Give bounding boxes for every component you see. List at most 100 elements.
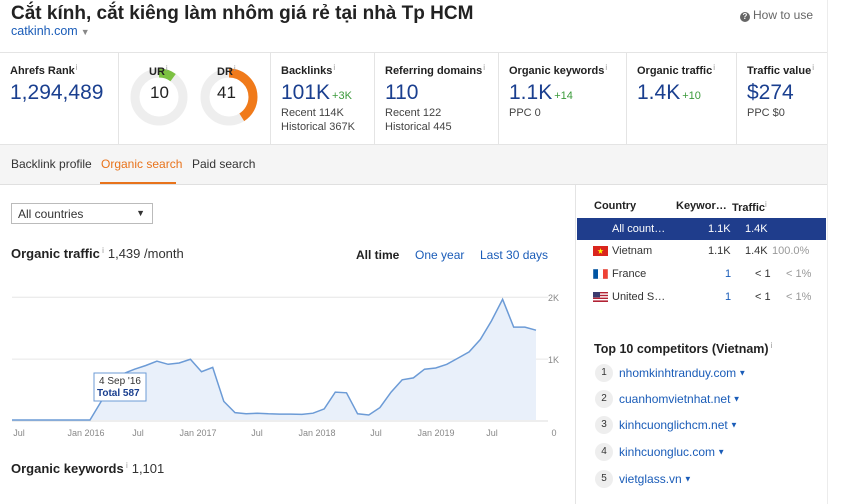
divider (575, 185, 576, 504)
metric-traffic-value: Traffic valuei $274 PPC $0 (736, 53, 827, 145)
tooltip-total: Total 587 (97, 388, 140, 399)
referring-domains-historical: Historical 445 (385, 121, 452, 133)
traffic-area (12, 299, 536, 420)
organic-traffic-chart: 2K 1K Jul Jan 2016 Jul Jan 2017 Jul Jan 2018 Ju… (12, 293, 559, 438)
referring-domains-recent: Recent 122 (385, 107, 442, 119)
backlinks-value[interactable]: 101K (281, 81, 330, 104)
competitor-item[interactable]: 5 vietglass.vn ▼ (595, 470, 692, 492)
competitor-link[interactable]: kinhcuongluc.com (619, 445, 715, 459)
country-row-vietnam[interactable]: Vietnam 1.1K 1.4K 100.0% (577, 240, 826, 262)
ur-value: 10 (150, 83, 169, 102)
how-to-use-link[interactable]: ? How to use (740, 8, 813, 22)
chevron-down-icon[interactable]: ▼ (682, 475, 692, 484)
chevron-down-icon: ▼ (80, 27, 90, 37)
info-icon[interactable]: i (100, 246, 104, 255)
country-select[interactable]: All countries ▼ (11, 203, 153, 224)
info-icon[interactable]: i (605, 63, 607, 72)
domain-label: catkinh.com (11, 24, 78, 38)
organic-traffic-heading: Organic traffic i 1,439 /month (11, 246, 184, 261)
dr-label: DR (217, 66, 233, 78)
country-keywords: 1.1K (708, 245, 731, 257)
organic-keywords-delta: +14 (554, 90, 573, 102)
x-tick-label: Jul (251, 428, 263, 438)
organic-traffic-value[interactable]: 1.4K (637, 81, 680, 104)
referring-domains-value[interactable]: 110 (385, 81, 498, 105)
x-tick-label: Jul (486, 428, 498, 438)
ur-label: UR (149, 66, 165, 78)
metric-label: Organic traffic (637, 65, 713, 77)
country-keywords[interactable]: 1 (725, 268, 731, 280)
france-flag-icon (593, 269, 608, 279)
competitors-title: Top 10 competitors (Vietnam) (594, 342, 769, 356)
organic-keywords-value[interactable]: 1.1K (509, 81, 552, 104)
chevron-down-icon[interactable]: ▼ (715, 448, 725, 457)
info-icon[interactable]: i (713, 63, 715, 72)
metric-label: Organic keywords (509, 65, 605, 77)
help-icon: ? (740, 12, 750, 22)
organic-traffic-delta: +10 (682, 90, 701, 102)
range-all-time[interactable]: All time (356, 248, 399, 262)
country-col-header[interactable]: Country (594, 200, 636, 212)
metric-backlinks: Backlinksi 101K +3K Recent 114K Historica… (270, 53, 374, 145)
metric-ur-dr: URi 10 DRi 41 (118, 53, 270, 145)
chart-tooltip: 4 Sep '16 Total 587 (93, 372, 147, 402)
chevron-down-icon[interactable]: ▼ (730, 395, 741, 404)
competitor-link[interactable]: nhomkinhtranduy.com (619, 366, 736, 380)
page-title: Cắt kính, cắt kiêng làm nhôm giá rẻ tại … (11, 3, 474, 24)
how-to-use-label: How to use (753, 8, 814, 22)
keywords-col-header[interactable]: Keywor… (676, 200, 727, 212)
info-icon[interactable]: i (333, 63, 335, 72)
traffic-col-header[interactable]: Traffici (732, 200, 767, 214)
country-row-all[interactable]: All count… 1.1K 1.4K (577, 218, 826, 240)
info-icon[interactable]: i (812, 63, 814, 72)
info-icon[interactable]: i (483, 63, 485, 72)
tooltip-date: 4 Sep '16 (99, 376, 141, 387)
range-last-30-days[interactable]: Last 30 days (480, 248, 548, 262)
info-icon: i (765, 200, 767, 209)
country-keywords: 1.1K (708, 223, 731, 235)
metrics-bar: Ahrefs Ranki 1,294,489 URi 10 DRi 41 Bac… (0, 52, 827, 145)
competitor-link[interactable]: cuanhomvietnhat.net (619, 392, 730, 406)
tab-paid-search[interactable]: Paid search (192, 157, 255, 171)
competitor-link[interactable]: vietglass.vn (619, 472, 682, 486)
country-row-france[interactable]: France 1 < 1 < 1% (577, 263, 826, 285)
x-tick-label: Jan 2017 (179, 428, 216, 438)
metric-value: 1,294,489 (10, 81, 104, 104)
competitor-item[interactable]: 4 kinhcuongluc.com ▼ (595, 443, 725, 465)
competitor-item[interactable]: 1 nhomkinhtranduy.com ▼ (595, 364, 746, 386)
x-tick-label: Jul (132, 428, 144, 438)
x-tick-label: Jul (370, 428, 382, 438)
metric-organic-traffic: Organic traffici 1.4K +10 (626, 53, 736, 145)
rank-badge: 3 (595, 416, 613, 434)
info-icon[interactable]: i (76, 63, 78, 72)
competitor-link[interactable]: kinhcuonglichcm.net (619, 418, 728, 432)
traffic-value-value[interactable]: $274 (747, 81, 827, 105)
metric-label: Traffic value (747, 65, 812, 77)
chevron-down-icon[interactable]: ▼ (728, 421, 738, 430)
rank-badge: 5 (595, 470, 613, 488)
competitor-item[interactable]: 2 cuanhomvietnhat.net ▼ (595, 390, 741, 412)
tab-organic-search[interactable]: Organic search (101, 157, 182, 171)
info-icon[interactable]: i (769, 341, 773, 350)
domain-dropdown[interactable]: catkinh.com ▼ (11, 24, 90, 38)
range-one-year[interactable]: One year (415, 248, 464, 262)
active-tab-indicator (100, 182, 176, 184)
dr-value: 41 (217, 83, 236, 102)
country-row-united-states[interactable]: United S… 1 < 1 < 1% (577, 286, 826, 308)
tab-backlink-profile[interactable]: Backlink profile (11, 157, 92, 171)
competitor-item[interactable]: 3 kinhcuonglichcm.net ▼ (595, 416, 738, 438)
backlinks-delta: +3K (332, 90, 352, 102)
backlinks-recent: Recent 114K (281, 107, 344, 119)
organic-keywords-ppc: PPC 0 (509, 107, 541, 119)
country-traffic: 1.4K (745, 223, 768, 235)
organic-traffic-title: Organic traffic (11, 246, 100, 261)
info-icon[interactable]: i (166, 64, 168, 73)
info-icon[interactable]: i (234, 64, 236, 73)
country-keywords[interactable]: 1 (725, 291, 731, 303)
metric-label: Referring domains (385, 65, 483, 77)
us-flag-icon (593, 292, 608, 302)
country-share: 100.0% (772, 245, 810, 257)
chevron-down-icon[interactable]: ▼ (736, 369, 746, 378)
info-icon[interactable]: i (124, 461, 128, 470)
organic-keywords-title: Organic keywords (11, 461, 124, 476)
